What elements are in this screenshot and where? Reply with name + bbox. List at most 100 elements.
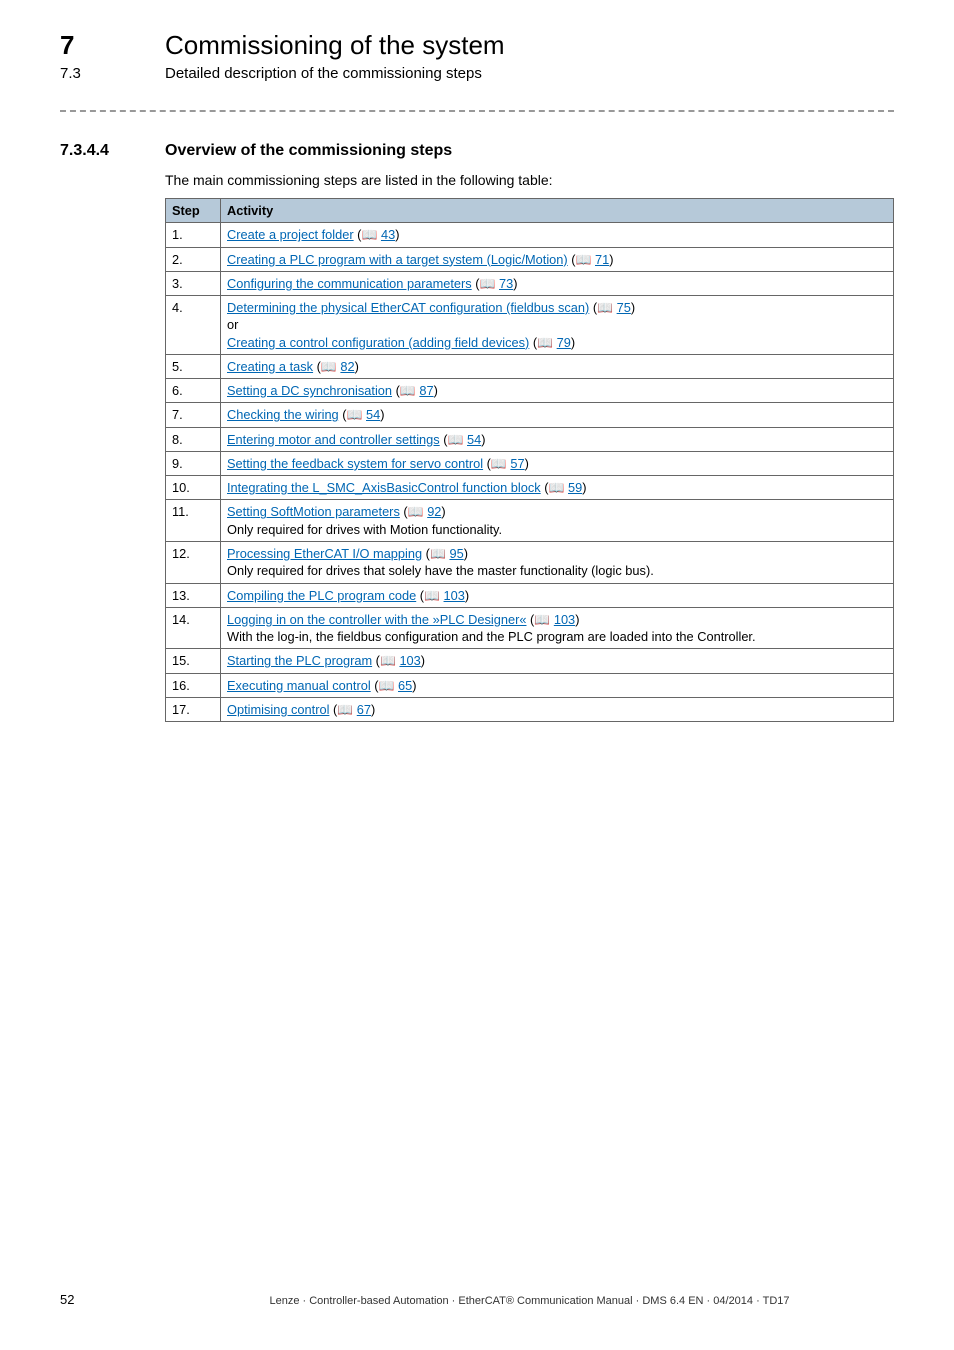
table-header-activity: Activity xyxy=(221,199,894,223)
section-intro: The main commissioning steps are listed … xyxy=(165,172,894,188)
doc-link[interactable]: Setting the feedback system for servo co… xyxy=(227,456,483,471)
divider xyxy=(60,110,894,112)
activity-cell: Processing EtherCAT I/O mapping (📖 95)On… xyxy=(221,541,894,583)
table-row: 6.Setting a DC synchronisation (📖 87) xyxy=(166,379,894,403)
doc-link[interactable]: Executing manual control xyxy=(227,678,371,693)
step-cell: 8. xyxy=(166,427,221,451)
table-row: 8. Entering motor and controller settings… xyxy=(166,427,894,451)
page-ref-link[interactable]: 103 xyxy=(399,653,420,668)
doc-link[interactable]: Entering motor and controller settings xyxy=(227,432,440,447)
page-ref-link[interactable]: 57 xyxy=(510,456,524,471)
activity-cell: Setting a DC synchronisation (📖 87) xyxy=(221,379,894,403)
page-number: 52 xyxy=(60,1292,165,1307)
doc-link[interactable]: Integrating the L_SMC_AxisBasicControl f… xyxy=(227,480,541,495)
book-icon: 📖 xyxy=(361,227,381,242)
table-row: 4. Determining the physical EtherCAT conf… xyxy=(166,296,894,355)
book-icon: 📖 xyxy=(480,276,500,291)
book-icon: 📖 xyxy=(448,432,468,447)
page-ref-link[interactable]: 75 xyxy=(617,300,631,315)
activity-cell: Optimising control (📖 67) xyxy=(221,697,894,721)
doc-link[interactable]: Optimising control xyxy=(227,702,329,717)
doc-link[interactable]: Creating a PLC program with a target sys… xyxy=(227,252,568,267)
commissioning-steps-table: Step Activity 1.Create a project folder … xyxy=(165,198,894,722)
table-row: 2.Creating a PLC program with a target s… xyxy=(166,247,894,271)
table-row: 7.Checking the wiring (📖 54) xyxy=(166,403,894,427)
activity-cell: Configuring the communication parameters… xyxy=(221,271,894,295)
doc-link[interactable]: Logging in on the controller with the »P… xyxy=(227,612,527,627)
activity-cell: Executing manual control (📖 65) xyxy=(221,673,894,697)
page-ref-link[interactable]: 65 xyxy=(398,678,412,693)
book-icon: 📖 xyxy=(424,588,444,603)
table-row: 12.Processing EtherCAT I/O mapping (📖 95… xyxy=(166,541,894,583)
activity-cell: Determining the physical EtherCAT config… xyxy=(221,296,894,355)
book-icon: 📖 xyxy=(534,612,554,627)
page-ref-link[interactable]: 73 xyxy=(499,276,513,291)
book-icon: 📖 xyxy=(379,678,399,693)
step-cell: 6. xyxy=(166,379,221,403)
book-icon: 📖 xyxy=(380,653,400,668)
activity-cell: Starting the PLC program (📖 103) xyxy=(221,649,894,673)
step-cell: 14. xyxy=(166,607,221,649)
doc-link[interactable]: Create a project folder xyxy=(227,227,354,242)
page-ref-link[interactable]: 95 xyxy=(449,546,463,561)
page-ref-link[interactable]: 71 xyxy=(595,252,609,267)
doc-link[interactable]: Setting SoftMotion parameters xyxy=(227,504,400,519)
activity-cell: Logging in on the controller with the »P… xyxy=(221,607,894,649)
activity-cell: Creating a task (📖 82) xyxy=(221,354,894,378)
page-ref-link[interactable]: 43 xyxy=(381,227,395,242)
page-ref-link[interactable]: 82 xyxy=(340,359,354,374)
activity-cell: Compiling the PLC program code (📖 103) xyxy=(221,583,894,607)
step-cell: 4. xyxy=(166,296,221,355)
page-ref-link[interactable]: 79 xyxy=(557,335,571,350)
section-number: 7.3.4.4 xyxy=(60,142,165,160)
doc-link[interactable]: Processing EtherCAT I/O mapping xyxy=(227,546,422,561)
book-icon: 📖 xyxy=(537,335,557,350)
page-ref-link[interactable]: 92 xyxy=(427,504,441,519)
book-icon: 📖 xyxy=(408,504,428,519)
chapter-title: Commissioning of the system xyxy=(165,30,505,61)
book-icon: 📖 xyxy=(576,252,596,267)
doc-link[interactable]: Compiling the PLC program code xyxy=(227,588,416,603)
doc-link[interactable]: Starting the PLC program xyxy=(227,653,372,668)
page-ref-link[interactable]: 103 xyxy=(554,612,575,627)
book-icon: 📖 xyxy=(347,407,367,422)
activity-cell: Checking the wiring (📖 54) xyxy=(221,403,894,427)
step-cell: 3. xyxy=(166,271,221,295)
page-ref-link[interactable]: 54 xyxy=(467,432,481,447)
activity-cell: Creating a PLC program with a target sys… xyxy=(221,247,894,271)
subsection-title: Detailed description of the commissionin… xyxy=(165,65,482,82)
doc-link[interactable]: Configuring the communication parameters xyxy=(227,276,472,291)
page-ref-link[interactable]: 54 xyxy=(366,407,380,422)
step-cell: 11. xyxy=(166,500,221,542)
book-icon: 📖 xyxy=(400,383,420,398)
book-icon: 📖 xyxy=(430,546,450,561)
table-row: 17.Optimising control (📖 67) xyxy=(166,697,894,721)
table-row: 9.Setting the feedback system for servo … xyxy=(166,451,894,475)
page-ref-link[interactable]: 59 xyxy=(568,480,582,495)
step-cell: 13. xyxy=(166,583,221,607)
doc-link[interactable]: Creating a task xyxy=(227,359,313,374)
book-icon: 📖 xyxy=(597,300,617,315)
doc-link[interactable]: Setting a DC synchronisation xyxy=(227,383,392,398)
doc-link[interactable]: Creating a control configuration (adding… xyxy=(227,335,529,350)
section-title: Overview of the commissioning steps xyxy=(165,142,452,160)
step-cell: 15. xyxy=(166,649,221,673)
footer-text: Lenze · Controller-based Automation · Et… xyxy=(165,1295,894,1307)
table-row: 16.Executing manual control (📖 65) xyxy=(166,673,894,697)
doc-link[interactable]: Checking the wiring xyxy=(227,407,339,422)
table-row: 3.Configuring the communication paramete… xyxy=(166,271,894,295)
doc-link[interactable]: Determining the physical EtherCAT config… xyxy=(227,300,589,315)
step-cell: 10. xyxy=(166,476,221,500)
activity-cell: Setting SoftMotion parameters (📖 92)Only… xyxy=(221,500,894,542)
page-ref-link[interactable]: 103 xyxy=(444,588,465,603)
activity-cell: Setting the feedback system for servo co… xyxy=(221,451,894,475)
book-icon: 📖 xyxy=(337,702,357,717)
book-icon: 📖 xyxy=(321,359,341,374)
book-icon: 📖 xyxy=(549,480,569,495)
table-header-step: Step xyxy=(166,199,221,223)
table-row: 11.Setting SoftMotion parameters (📖 92)O… xyxy=(166,500,894,542)
page-ref-link[interactable]: 87 xyxy=(419,383,433,398)
step-cell: 7. xyxy=(166,403,221,427)
activity-cell: Integrating the L_SMC_AxisBasicControl f… xyxy=(221,476,894,500)
page-ref-link[interactable]: 67 xyxy=(357,702,371,717)
